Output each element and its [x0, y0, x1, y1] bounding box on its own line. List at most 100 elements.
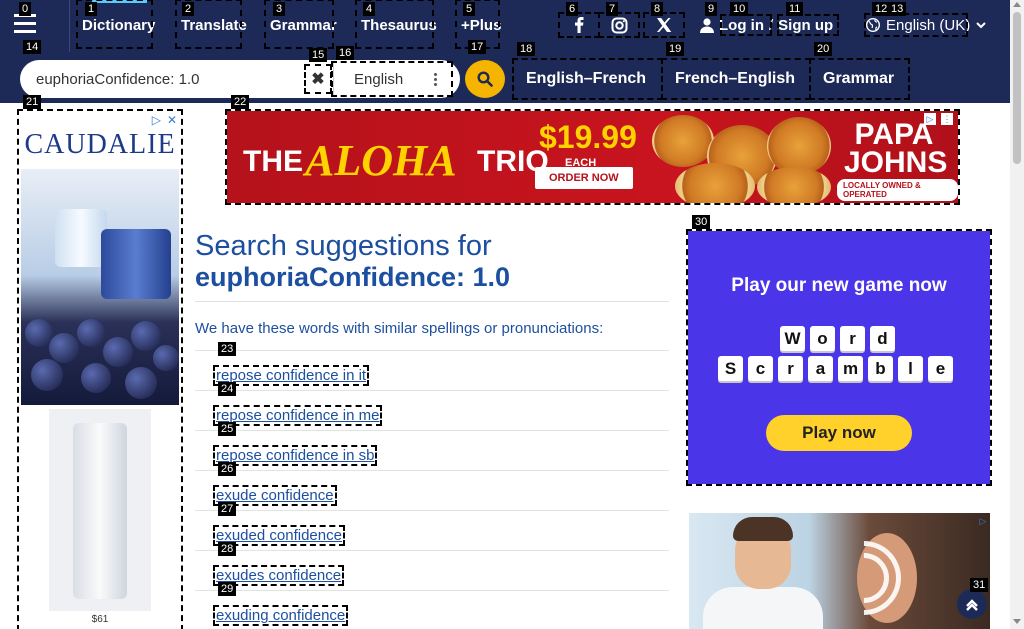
letter-tile: l: [898, 356, 923, 381]
menu-icon[interactable]: [12, 14, 38, 34]
hint-label: 19: [666, 42, 685, 56]
letter-tile: d: [870, 326, 895, 351]
scroll-down-icon[interactable]: [1013, 619, 1021, 624]
close-icon[interactable]: ✕: [167, 113, 177, 127]
letter-tile: e: [928, 356, 953, 381]
hint-label: 30: [692, 215, 711, 229]
hint-label: 11: [786, 2, 804, 16]
product-jar: [101, 229, 171, 299]
search-bar-row: ✖ English English–French French–English …: [0, 52, 1010, 103]
list-item: exudes confidence 28: [195, 542, 669, 590]
berry: [77, 319, 105, 347]
hint-label: 28: [218, 542, 237, 556]
chevron-down-icon: [976, 21, 986, 28]
scroll-up-icon[interactable]: [1013, 2, 1021, 7]
hint-label: 14: [23, 40, 42, 54]
suggestion-link[interactable]: repose confidence in sb: [212, 445, 378, 466]
list-item: exuded confidence 27: [195, 502, 669, 550]
clear-search-button[interactable]: ✖: [304, 64, 332, 94]
berry: [131, 321, 161, 351]
hint-label: 22: [231, 95, 250, 109]
left-advertisement[interactable]: ▷ ✕ CAUDALIE $61: [17, 109, 183, 629]
divider: [69, 0, 70, 52]
ad-choices-icon[interactable]: ▷: [924, 113, 936, 125]
right-advertisement[interactable]: ▷: [689, 513, 990, 629]
link-grammar[interactable]: Grammar: [809, 58, 910, 100]
top-navigation-bar: 0 Dictionary 1 Translate 2 Grammar 3 The…: [0, 0, 1010, 52]
banner-advertisement[interactable]: THE ALOHA TRIO $19.99 EACH ORDER NOW PAP…: [225, 109, 960, 205]
hint-label: 1: [85, 2, 98, 16]
list-item: repose confidence in me 24: [195, 382, 669, 430]
login-hit-area[interactable]: [720, 14, 772, 36]
page-scrollbar[interactable]: [1010, 0, 1024, 629]
hint-label: 29: [218, 582, 237, 596]
hint-label: 21: [23, 95, 42, 109]
play-now-button[interactable]: Play now: [766, 415, 912, 451]
pizza-image: [675, 163, 755, 203]
hint-label: 4: [363, 2, 376, 16]
banner-price: $19.99: [539, 119, 637, 155]
page-title: Search suggestions for: [195, 230, 492, 262]
dictionary-select[interactable]: English: [331, 61, 453, 97]
scramble-tiles: S c r a m b l e: [718, 356, 953, 381]
signup-hit-area[interactable]: [777, 14, 839, 36]
brand-logo: PAPA JOHNS: [844, 120, 947, 178]
suggestion-link[interactable]: repose confidence in it: [212, 365, 370, 386]
hint-label: 13: [888, 2, 907, 16]
suggestion-link[interactable]: exuding confidence: [212, 605, 349, 626]
x-twitter-icon[interactable]: [643, 12, 685, 38]
list-item: repose confidence in sb 25: [195, 422, 669, 470]
link-english-french[interactable]: English–French: [512, 58, 663, 100]
berry: [31, 359, 63, 391]
scrollbar-thumb[interactable]: [1013, 12, 1021, 164]
search-suggestions-heading: Search suggestions for euphoriaConfidenc…: [195, 230, 669, 292]
product-image: [21, 169, 179, 405]
search-button[interactable]: [465, 60, 505, 98]
ad-choices-icon[interactable]: ▷: [152, 113, 161, 127]
doctor-image: [733, 517, 793, 541]
scroll-to-top-button[interactable]: [957, 589, 987, 619]
product-image: [49, 409, 151, 611]
hint-label: 18: [517, 42, 536, 56]
hint-label: 20: [814, 42, 833, 56]
ad-choices-icon[interactable]: ▷: [977, 515, 989, 527]
letter-tile: S: [718, 356, 743, 381]
language-hit-area[interactable]: [864, 13, 968, 37]
hint-label: 7: [606, 2, 619, 16]
chevron-up-icon: [966, 599, 978, 611]
berry: [103, 337, 133, 367]
more-vertical-icon[interactable]: ⋮: [941, 113, 953, 125]
hint-label: 24: [218, 382, 237, 396]
hint-label: 23: [218, 342, 237, 356]
pizza-image: [652, 115, 714, 167]
product-price: $61: [91, 614, 109, 625]
link-french-english[interactable]: French–English: [661, 58, 811, 100]
dictionary-select-label: English: [354, 70, 404, 88]
hint-label: 5: [463, 2, 476, 16]
list-item: exuding confidence 29: [195, 582, 669, 629]
hint-label: 10: [730, 2, 749, 16]
facebook-icon[interactable]: [558, 12, 600, 38]
user-icon: [700, 17, 714, 33]
suggestion-link[interactable]: repose confidence in me: [212, 405, 383, 426]
hint-label: 3: [273, 2, 286, 16]
banner-text: THE: [243, 145, 303, 178]
hint-label: 25: [218, 422, 237, 436]
list-item: exude confidence 26: [195, 462, 669, 510]
order-now-button[interactable]: ORDER NOW: [535, 167, 633, 189]
hint-label: 31: [970, 578, 989, 592]
word-tiles: W o r d: [780, 326, 895, 351]
letter-tile: r: [778, 356, 803, 381]
hint-label: 2: [182, 2, 195, 16]
letter-tile: a: [808, 356, 833, 381]
letter-tile: r: [840, 326, 865, 351]
suggestion-list: repose confidence in it 23 repose confid…: [195, 342, 669, 629]
hint-label: 0: [19, 2, 32, 16]
game-promo-advertisement[interactable]: Play our new game now W o r d S c r a m …: [686, 229, 992, 486]
instagram-icon[interactable]: [598, 12, 640, 38]
search-query-title: euphoriaConfidence: 1.0: [195, 262, 511, 292]
search-input[interactable]: [36, 68, 316, 90]
product-jar: [55, 209, 107, 267]
letter-tile: b: [868, 356, 893, 381]
banner-tagline: LOCALLY OWNED & OPERATED: [837, 179, 958, 201]
